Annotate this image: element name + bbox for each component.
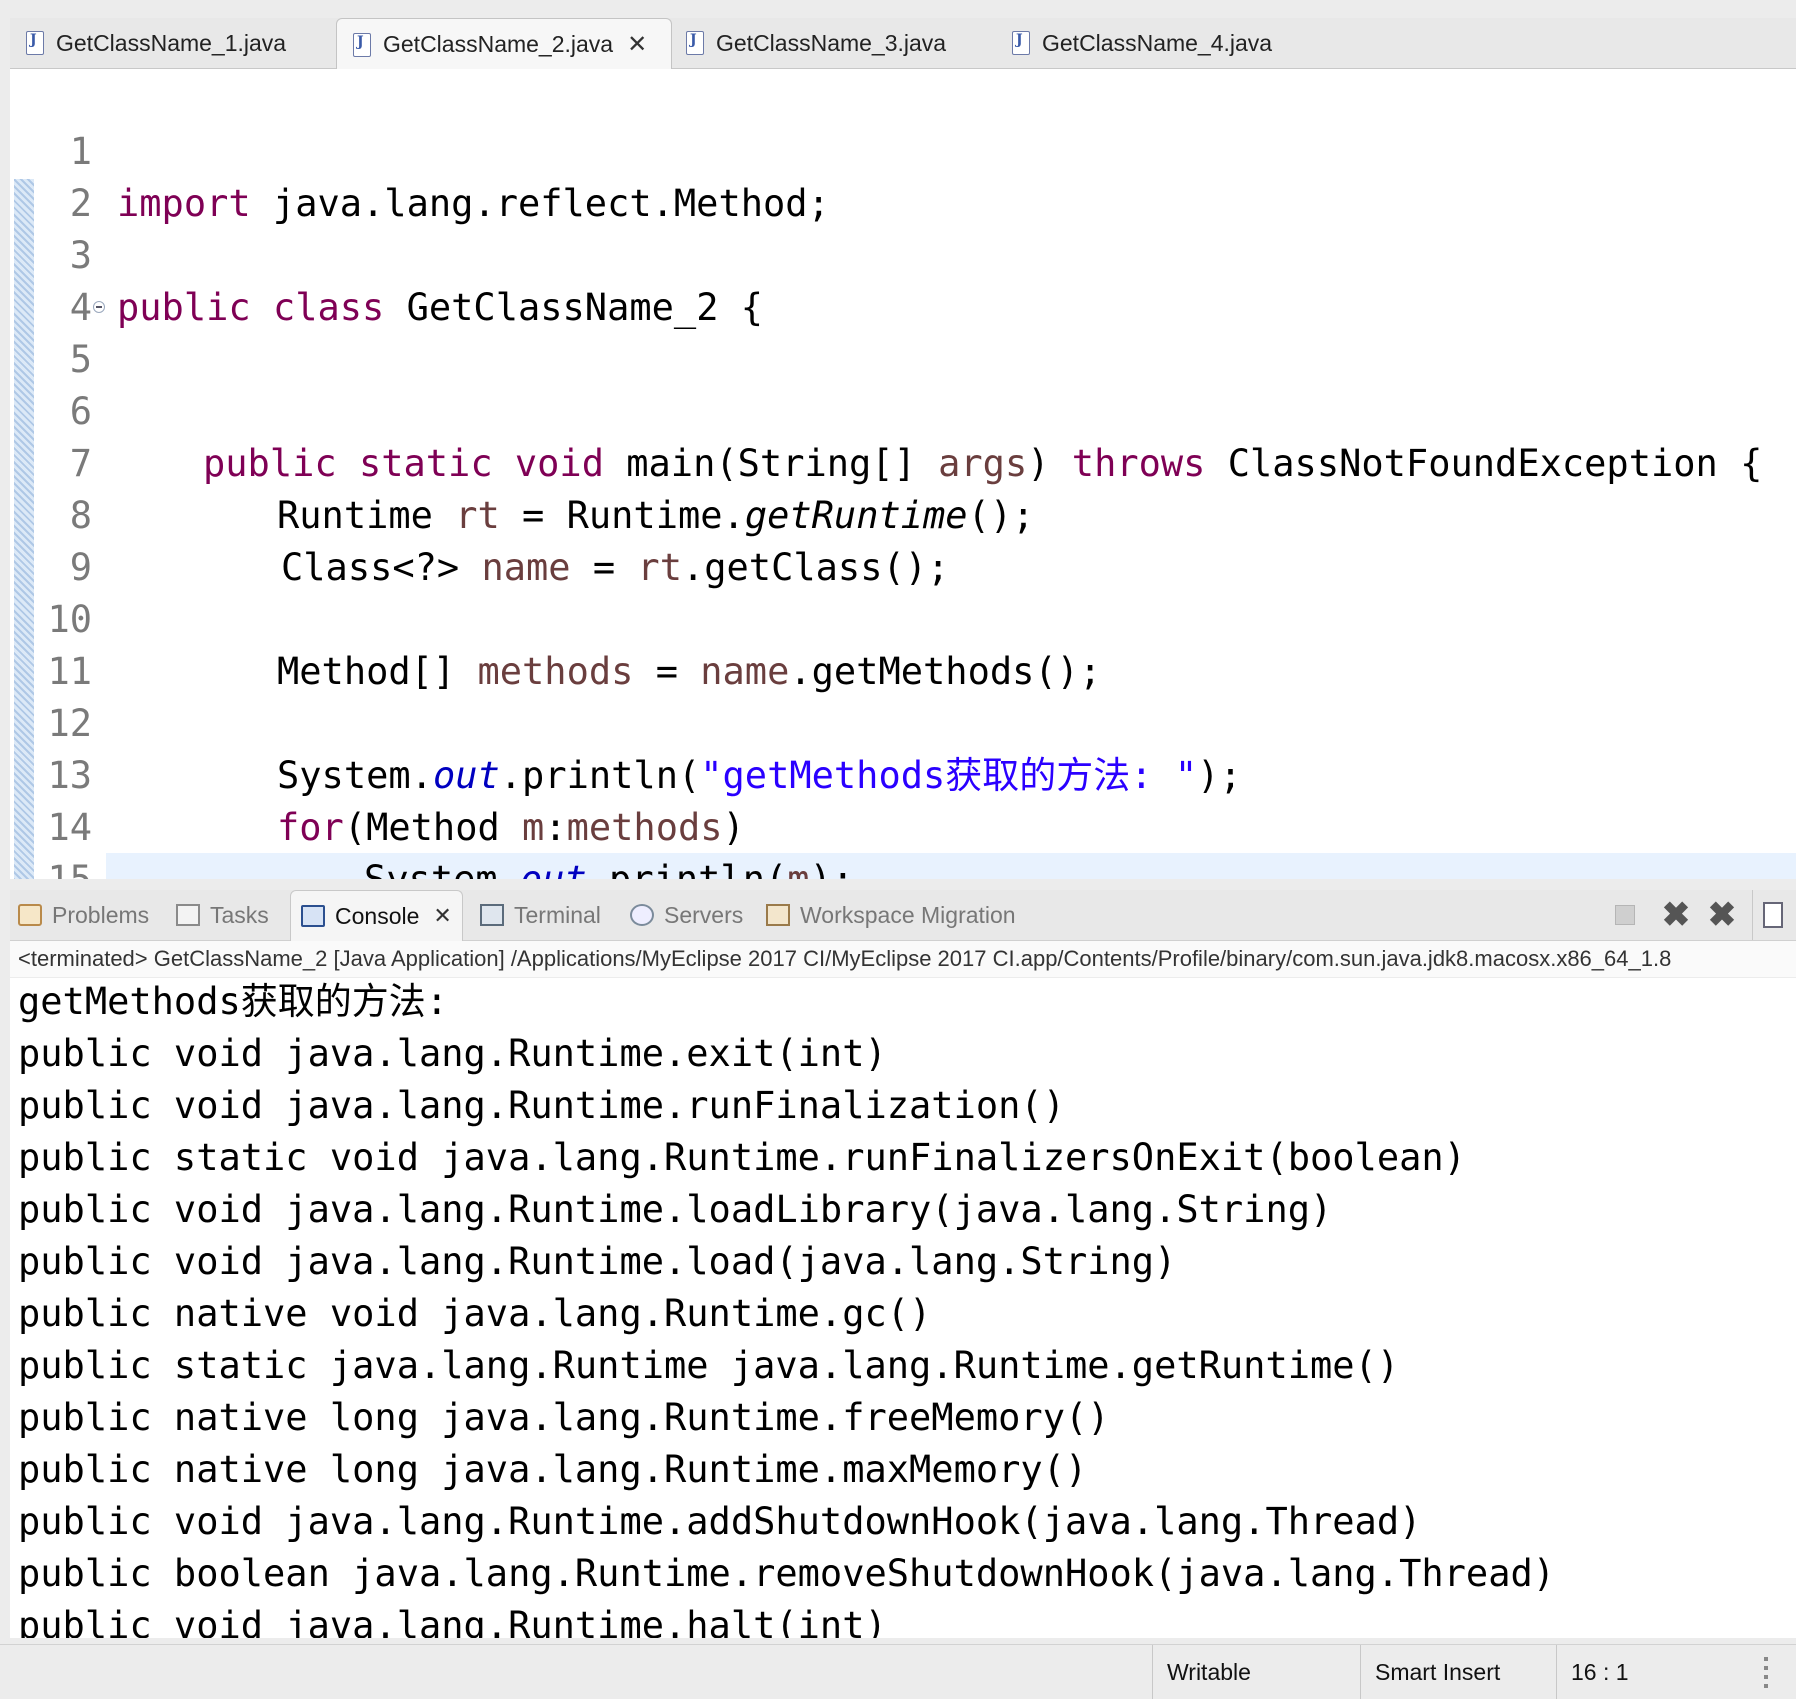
console-description: <terminated> GetClassName_2 [Java Applic… bbox=[10, 941, 1796, 977]
tasks-icon bbox=[176, 904, 200, 926]
console-line: getMethods获取的方法: bbox=[18, 980, 449, 1023]
tab-label: Terminal bbox=[514, 901, 601, 928]
status-grip-handle[interactable] bbox=[1764, 1657, 1768, 1689]
cursor-position: 16 : 1 bbox=[1556, 1645, 1721, 1699]
tab-workspace-migration[interactable]: Workspace Migration bbox=[766, 890, 1016, 940]
console-line: public native long java.lang.Runtime.fre… bbox=[18, 1396, 1110, 1439]
view-tab-bar: Problems Tasks Console ✕ Terminal Server… bbox=[10, 890, 1796, 941]
tab-label: Workspace Migration bbox=[800, 901, 1016, 928]
close-tab-icon[interactable]: ✕ bbox=[627, 30, 647, 59]
code-line-3: 3 public class GetClassName_2 { bbox=[10, 178, 1796, 329]
tab-label: Tasks bbox=[210, 901, 269, 928]
remove-icon: ✖ bbox=[1661, 896, 1691, 934]
console-line: public void java.lang.Runtime.halt(int) bbox=[18, 1604, 887, 1638]
remove-launch-button[interactable]: ✖ bbox=[1656, 890, 1696, 940]
tab-terminal[interactable]: Terminal bbox=[480, 890, 601, 940]
java-file-icon bbox=[26, 31, 44, 55]
status-bar: Writable Smart Insert 16 : 1 bbox=[0, 1644, 1796, 1699]
problems-icon bbox=[18, 904, 42, 926]
code-line-13: 13 for(Method m:methods) bbox=[10, 698, 1796, 849]
console-output[interactable]: getMethods获取的方法: public void java.lang.R… bbox=[10, 978, 1796, 1638]
code-line-10: 10 Method[] methods = name.getMethods(); bbox=[10, 542, 1796, 693]
remove-all-terminated-button[interactable]: ✖ bbox=[1700, 890, 1744, 940]
clear-console-button[interactable] bbox=[1752, 890, 1793, 940]
tab-label: Problems bbox=[52, 901, 150, 928]
code-line-9: 9 bbox=[10, 490, 1796, 589]
writable-status: Writable bbox=[1152, 1645, 1361, 1699]
code-line-12: 12 System.out.println("getMethods获取的方法: … bbox=[10, 646, 1796, 797]
console-line: public void java.lang.Runtime.exit(int) bbox=[18, 1032, 887, 1075]
java-file-icon bbox=[1012, 31, 1030, 55]
close-tab-icon[interactable]: ✕ bbox=[433, 903, 451, 929]
tab-label: GetClassName_4.java bbox=[1042, 29, 1273, 56]
code-line-6: 6 bbox=[10, 334, 1796, 433]
tab-label: Console bbox=[335, 902, 420, 929]
code-line-16: 16 bbox=[10, 854, 1796, 879]
tab-label: GetClassName_2.java bbox=[383, 31, 614, 57]
terminal-icon bbox=[480, 904, 504, 926]
tab-problems[interactable]: Problems bbox=[18, 890, 149, 940]
fold-collapse-icon[interactable] bbox=[93, 301, 105, 313]
console-line: public void java.lang.Runtime.runFinaliz… bbox=[18, 1084, 1065, 1127]
code-line-1: 1 import java.lang.reflect.Method; bbox=[10, 74, 1796, 225]
tab-getclassname-4[interactable]: GetClassName_4.java bbox=[996, 18, 1322, 68]
stop-icon bbox=[1615, 905, 1635, 925]
console-line: public void java.lang.Runtime.load(java.… bbox=[18, 1240, 1177, 1283]
code-line-11: 11 bbox=[10, 594, 1796, 693]
code-line-15: 15 } bbox=[10, 802, 1796, 879]
tab-console[interactable]: Console ✕ bbox=[290, 890, 463, 941]
tab-getclassname-3[interactable]: GetClassName_3.java bbox=[670, 18, 996, 68]
code-line-2: 2 bbox=[10, 126, 1796, 225]
tab-getclassname-1[interactable]: GetClassName_1.java bbox=[10, 18, 336, 68]
editor-tab-bar: GetClassName_1.java GetClassName_2.java … bbox=[10, 18, 1796, 70]
workspace-migration-icon bbox=[766, 904, 790, 926]
console-line: public void java.lang.Runtime.loadLibrar… bbox=[18, 1188, 1333, 1231]
code-line-14: 14 System.out.println(m); bbox=[10, 750, 1796, 879]
console-line: public native void java.lang.Runtime.gc(… bbox=[18, 1292, 932, 1335]
insert-mode-status: Smart Insert bbox=[1360, 1645, 1555, 1699]
servers-icon bbox=[630, 904, 654, 926]
terminate-button[interactable] bbox=[1610, 890, 1640, 940]
code-line-4: 4 bbox=[10, 230, 1796, 329]
tab-label: Servers bbox=[664, 901, 744, 928]
console-line: public static java.lang.Runtime java.lan… bbox=[18, 1344, 1400, 1387]
tab-label: GetClassName_3.java bbox=[716, 29, 947, 56]
console-line: public void java.lang.Runtime.addShutdow… bbox=[18, 1500, 1422, 1543]
remove-all-icon: ✖ bbox=[1707, 896, 1737, 934]
tab-getclassname-2[interactable]: GetClassName_2.java ✕ bbox=[336, 18, 672, 70]
java-file-icon bbox=[353, 32, 371, 57]
console-line: public native long java.lang.Runtime.max… bbox=[18, 1448, 1088, 1491]
code-line-7: 7 Runtime rt = Runtime.getRuntime(); bbox=[10, 386, 1796, 537]
tab-servers[interactable]: Servers bbox=[630, 890, 743, 940]
console-icon bbox=[301, 905, 325, 927]
console-line: public static void java.lang.Runtime.run… bbox=[18, 1136, 1466, 1179]
tab-label: GetClassName_1.java bbox=[56, 29, 287, 56]
tab-tasks[interactable]: Tasks bbox=[176, 890, 269, 940]
code-line-5: 5 public static void main(String[] args)… bbox=[10, 282, 1796, 485]
console-line: public boolean java.lang.Runtime.removeS… bbox=[18, 1552, 1556, 1595]
java-file-icon bbox=[686, 31, 704, 55]
clear-console-icon bbox=[1763, 902, 1783, 928]
code-editor[interactable]: 1 import java.lang.reflect.Method; 2 3 p… bbox=[10, 69, 1796, 879]
code-line-8: 8 Class<?> name = rt.getClass(); bbox=[10, 438, 1796, 589]
